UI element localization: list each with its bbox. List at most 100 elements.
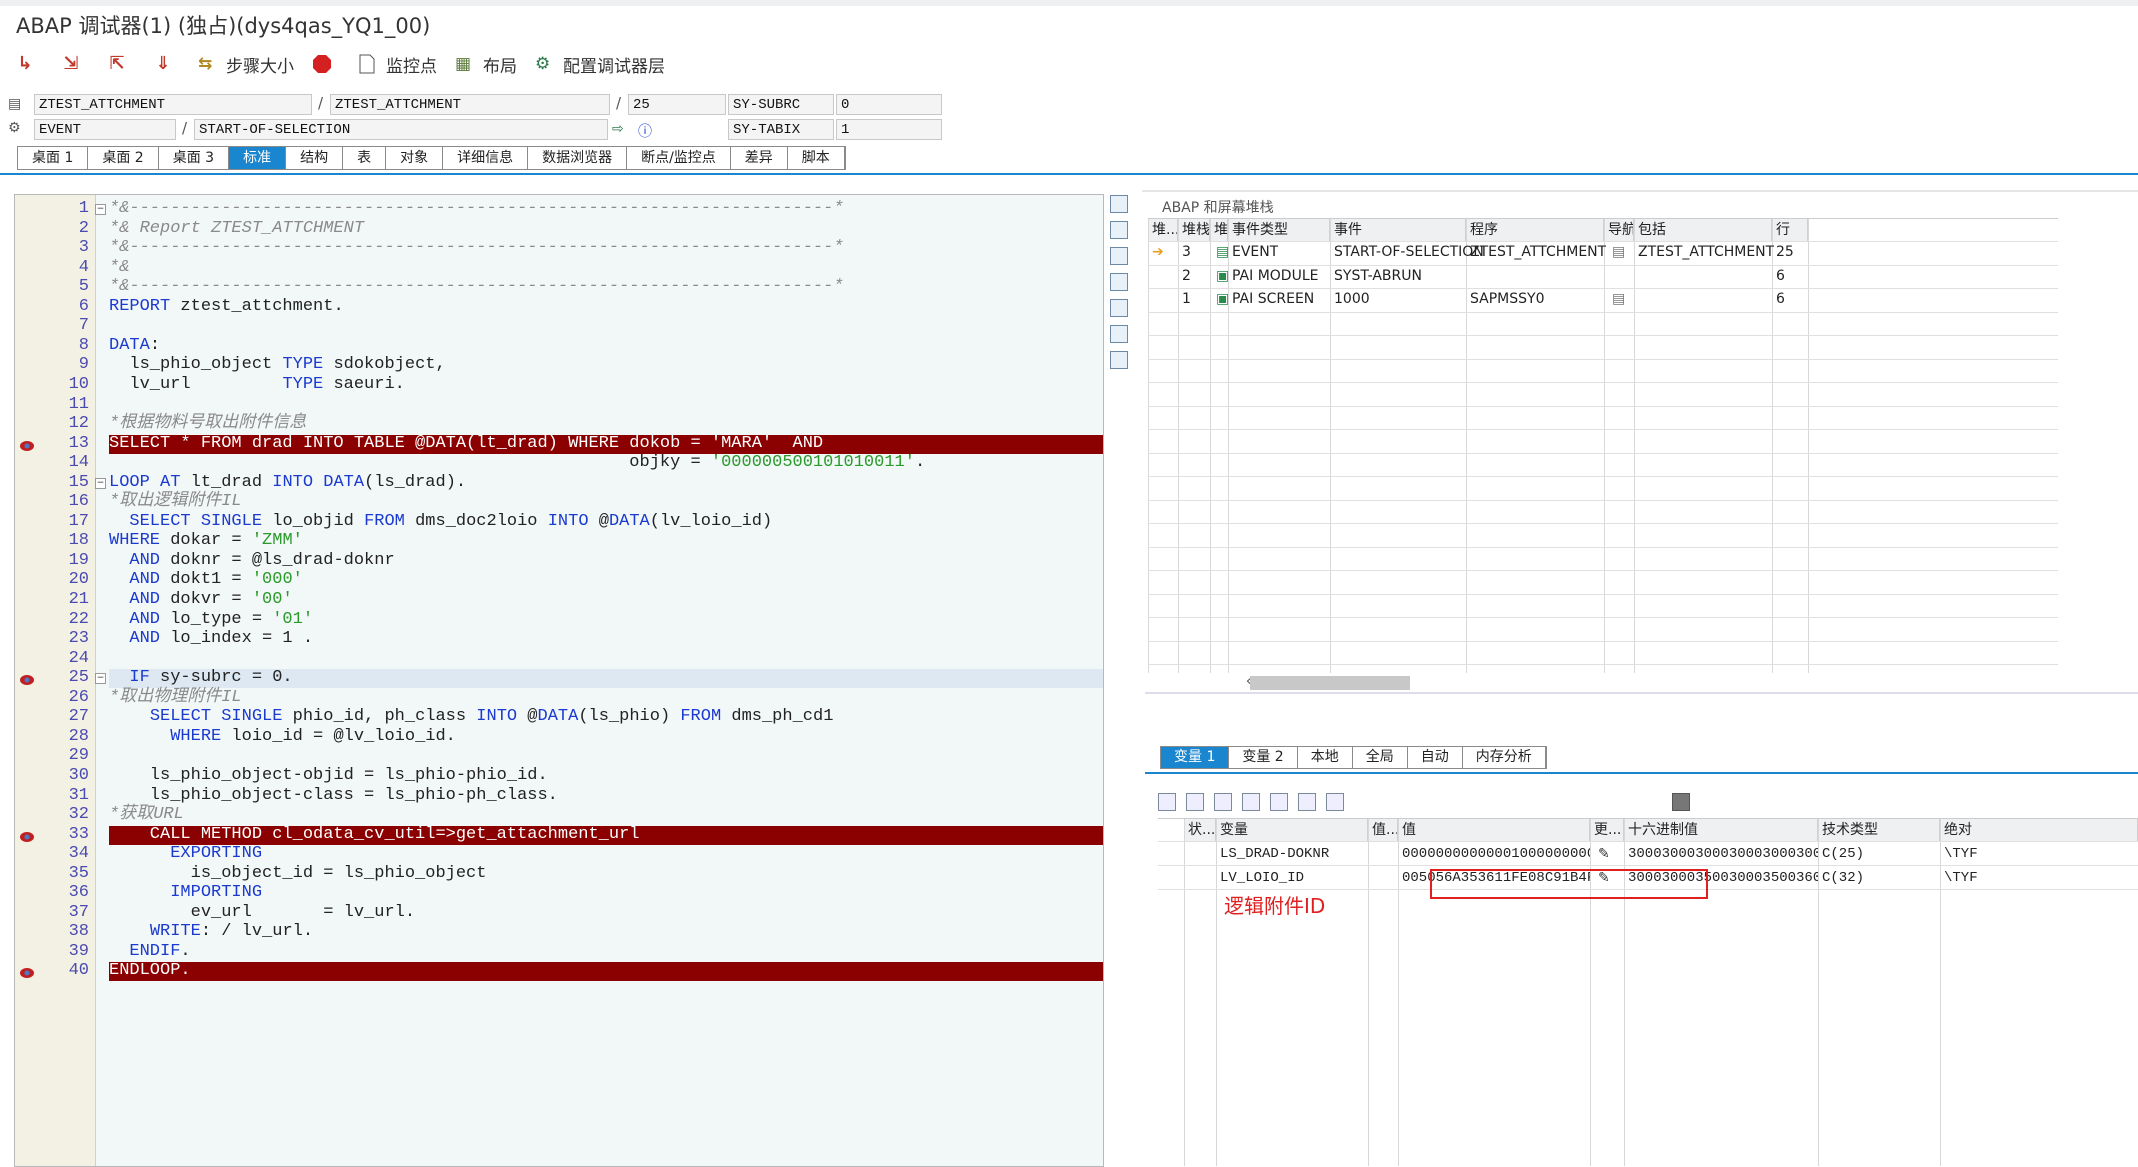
tab-3[interactable]: 标准 bbox=[229, 147, 287, 169]
stack-cell-include[interactable] bbox=[1634, 265, 1638, 288]
var-cell-name[interactable]: LS_DRAD-DOKNR bbox=[1216, 842, 1329, 866]
stack-col-header[interactable]: 包括 bbox=[1634, 219, 1772, 241]
tab-7[interactable]: 详细信息 bbox=[443, 147, 529, 169]
var-cell-hex[interactable]: 300030003000300030003000... bbox=[1624, 842, 1818, 866]
stack-col-header[interactable]: 堆... bbox=[1148, 219, 1178, 241]
tabix-value[interactable]: 1 bbox=[836, 119, 942, 140]
stack-col-header[interactable]: 导航 bbox=[1604, 219, 1634, 241]
layout-button[interactable]: ▦ 布局 bbox=[455, 52, 517, 77]
edit-icon[interactable] bbox=[1110, 221, 1128, 239]
tab-5[interactable]: 表 bbox=[343, 147, 387, 169]
breakpoint-icon[interactable] bbox=[19, 829, 35, 842]
info-icon[interactable]: ⓘ bbox=[638, 121, 652, 141]
stack-col-header[interactable]: 事件 bbox=[1330, 219, 1466, 241]
tree-icon[interactable] bbox=[1270, 793, 1288, 811]
var-col-header[interactable]: 技术类型 bbox=[1818, 819, 1940, 841]
include-field[interactable]: ZTEST_ATTCHMENT bbox=[330, 94, 610, 115]
stop-button[interactable] bbox=[312, 54, 340, 74]
stack-col-header[interactable]: 堆... bbox=[1210, 219, 1228, 241]
var-col-header[interactable]: 值 bbox=[1398, 819, 1590, 841]
stack-cell-event[interactable]: START-OF-SELECTION bbox=[1330, 241, 1484, 264]
sort-icon[interactable] bbox=[1298, 793, 1316, 811]
stack-cell-type[interactable]: PAI SCREEN bbox=[1228, 288, 1314, 311]
line-field[interactable]: 25 bbox=[628, 94, 726, 115]
stack-cell-include[interactable] bbox=[1634, 288, 1638, 311]
step-over-button[interactable]: ⇲ bbox=[60, 54, 88, 74]
subrc-value[interactable]: 0 bbox=[836, 94, 942, 115]
var-cell-abs[interactable]: \TYF bbox=[1940, 866, 1978, 890]
breakpoint-icon[interactable] bbox=[19, 965, 35, 979]
var-cell-type[interactable]: C(25) bbox=[1818, 842, 1864, 866]
var-tab-2[interactable]: 本地 bbox=[1297, 747, 1353, 768]
var-tab-3[interactable]: 全局 bbox=[1352, 747, 1408, 768]
tab-9[interactable]: 断点/监控点 bbox=[627, 147, 731, 169]
stack-cell-program[interactable]: ZTEST_ATTCHMENT bbox=[1466, 241, 1606, 264]
var-tab-1[interactable]: 变量 2 bbox=[1229, 747, 1298, 768]
stack-cell-level[interactable]: 2 bbox=[1178, 265, 1191, 288]
close-icon[interactable] bbox=[1110, 273, 1128, 291]
fold-toggle[interactable]: − bbox=[95, 204, 106, 215]
tab-10[interactable]: 差异 bbox=[730, 147, 788, 169]
display-icon[interactable] bbox=[1110, 195, 1128, 213]
stack-cell-program[interactable] bbox=[1466, 265, 1470, 288]
tab-0[interactable]: 桌面 1 bbox=[18, 147, 89, 169]
step-return-button[interactable]: ⇱ bbox=[106, 54, 134, 74]
tab-6[interactable]: 对象 bbox=[386, 147, 444, 169]
stack-cell-event[interactable]: 1000 bbox=[1330, 288, 1370, 311]
var-col-header[interactable]: 绝对 bbox=[1940, 819, 2138, 841]
edit-pencil-icon[interactable]: ✎ bbox=[1598, 847, 1612, 861]
source-code-editor[interactable]: 1 2 3 4 5 6 7 8 9 10 11 12 13 14 15 16 17 18 19 20 21 22 23 24 2… bbox=[14, 194, 1104, 1167]
stack-cell-line[interactable]: 25 bbox=[1772, 241, 1794, 264]
stack-cell-line[interactable]: 6 bbox=[1772, 288, 1785, 311]
refresh-icon[interactable] bbox=[1110, 325, 1128, 343]
main-program-field[interactable]: ZTEST_ATTCHMENT bbox=[34, 94, 312, 115]
stack-cell-type[interactable]: EVENT bbox=[1228, 241, 1278, 264]
tab-1[interactable]: 桌面 2 bbox=[88, 147, 159, 169]
breakpoint-icon[interactable] bbox=[19, 438, 35, 451]
step-into-button[interactable]: ↳ bbox=[14, 54, 42, 74]
stack-cell-include[interactable]: ZTEST_ATTCHMENT bbox=[1634, 241, 1774, 264]
details-icon[interactable] bbox=[1214, 793, 1232, 811]
navigate-icon[interactable]: ⇨ bbox=[612, 121, 624, 137]
copy-icon[interactable] bbox=[1110, 247, 1128, 265]
horizontal-scrollbar[interactable] bbox=[1250, 676, 1410, 690]
event-name-field[interactable]: START-OF-SELECTION bbox=[194, 119, 608, 140]
insert-icon[interactable] bbox=[1186, 793, 1204, 811]
stack-cell-program[interactable]: SAPMSSY0 bbox=[1466, 288, 1544, 311]
fold-toggle[interactable]: − bbox=[95, 673, 106, 685]
tab-2[interactable]: 桌面 3 bbox=[158, 147, 230, 169]
watchpoint-button[interactable]: 监控点 bbox=[358, 52, 437, 77]
fold-toggle[interactable]: − bbox=[95, 477, 106, 489]
stack-col-header[interactable]: 程序 bbox=[1466, 219, 1604, 241]
breakpoint-gutter[interactable] bbox=[15, 195, 40, 1166]
stack-cell-event[interactable]: SYST-ABRUN bbox=[1330, 265, 1422, 288]
stack-col-header[interactable]: 行 bbox=[1772, 219, 1808, 241]
var-cell-value[interactable]: 0000000000000100000000014 bbox=[1398, 842, 1590, 866]
stack-col-header[interactable]: 堆栈... bbox=[1178, 219, 1210, 241]
var-cell-type[interactable]: C(32) bbox=[1818, 866, 1864, 890]
continue-button[interactable]: ⇓ bbox=[152, 54, 180, 74]
stack-cell-level[interactable]: 1 bbox=[1178, 288, 1191, 311]
step-size-button[interactable]: ⇆ 步骤大小 bbox=[198, 52, 294, 77]
navigate-icon[interactable]: ▤ bbox=[1608, 288, 1625, 311]
split-icon[interactable] bbox=[1110, 299, 1128, 317]
tab-11[interactable]: 脚本 bbox=[787, 147, 845, 169]
tab-4[interactable]: 结构 bbox=[286, 147, 344, 169]
var-tab-5[interactable]: 内存分析 bbox=[1462, 747, 1546, 768]
var-cell-name[interactable]: LV_LOIO_ID bbox=[1216, 866, 1304, 890]
var-col-header[interactable]: 状... bbox=[1184, 819, 1216, 841]
navigate-icon[interactable]: ▤ bbox=[1608, 241, 1625, 264]
config-icon[interactable] bbox=[1110, 351, 1128, 369]
stack-cell-line[interactable]: 6 bbox=[1772, 265, 1785, 288]
remove-icon[interactable] bbox=[1242, 793, 1260, 811]
var-cell-abs[interactable]: \TYF bbox=[1940, 842, 1978, 866]
var-tab-4[interactable]: 自动 bbox=[1407, 747, 1463, 768]
breakpoint-icon[interactable] bbox=[19, 672, 35, 686]
save-icon[interactable] bbox=[1672, 793, 1690, 811]
delete-icon[interactable] bbox=[1158, 793, 1176, 811]
var-col-header[interactable]: 变量 bbox=[1216, 819, 1368, 841]
export-icon[interactable] bbox=[1326, 793, 1344, 811]
stack-col-header[interactable]: 事件类型 bbox=[1228, 219, 1330, 241]
var-col-header[interactable]: 十六进制值 bbox=[1624, 819, 1818, 841]
stack-cell-type[interactable]: PAI MODULE bbox=[1228, 265, 1318, 288]
